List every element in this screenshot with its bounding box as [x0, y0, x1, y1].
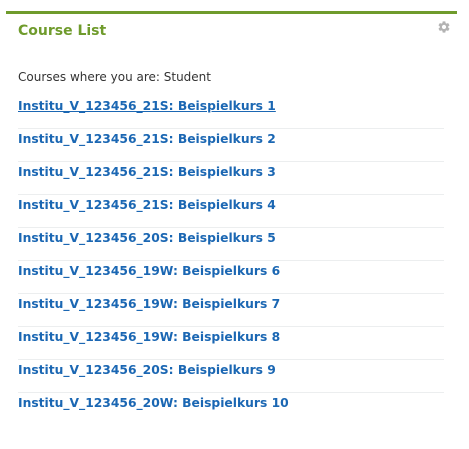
course-list-block: Course List Courses where you are: Stude…	[6, 11, 457, 449]
course-link[interactable]: Institu_V_123456_19W: Beispielkurs 7	[18, 297, 280, 311]
course-link[interactable]: Institu_V_123456_19W: Beispielkurs 8	[18, 330, 280, 344]
list-item: Institu_V_123456_21S: Beispielkurs 2	[18, 129, 444, 162]
course-link[interactable]: Institu_V_123456_20S: Beispielkurs 5	[18, 231, 276, 245]
gear-icon[interactable]	[437, 20, 451, 34]
block-title: Course List	[18, 23, 107, 39]
list-item: Institu_V_123456_21S: Beispielkurs 1	[18, 96, 444, 129]
course-link[interactable]: Institu_V_123456_19W: Beispielkurs 6	[18, 264, 280, 278]
list-item: Institu_V_123456_20S: Beispielkurs 9	[18, 360, 444, 393]
list-item: Institu_V_123456_19W: Beispielkurs 8	[18, 327, 444, 360]
course-link[interactable]: Institu_V_123456_21S: Beispielkurs 3	[18, 165, 276, 179]
course-link[interactable]: Institu_V_123456_21S: Beispielkurs 2	[18, 132, 276, 146]
course-link[interactable]: Institu_V_123456_21S: Beispielkurs 1	[18, 99, 276, 113]
list-item: Institu_V_123456_21S: Beispielkurs 3	[18, 162, 444, 195]
course-link[interactable]: Institu_V_123456_20S: Beispielkurs 9	[18, 363, 276, 377]
list-item: Institu_V_123456_20W: Beispielkurs 10	[18, 393, 444, 426]
course-link[interactable]: Institu_V_123456_20W: Beispielkurs 10	[18, 396, 289, 410]
list-item: Institu_V_123456_19W: Beispielkurs 7	[18, 294, 444, 327]
list-item: Institu_V_123456_19W: Beispielkurs 6	[18, 261, 444, 294]
course-link[interactable]: Institu_V_123456_21S: Beispielkurs 4	[18, 198, 276, 212]
list-item: Institu_V_123456_20S: Beispielkurs 5	[18, 228, 444, 261]
list-item: Institu_V_123456_21S: Beispielkurs 4	[18, 195, 444, 228]
role-intro-text: Courses where you are: Student	[18, 70, 211, 84]
course-list: Institu_V_123456_21S: Beispielkurs 1 Ins…	[18, 96, 444, 426]
